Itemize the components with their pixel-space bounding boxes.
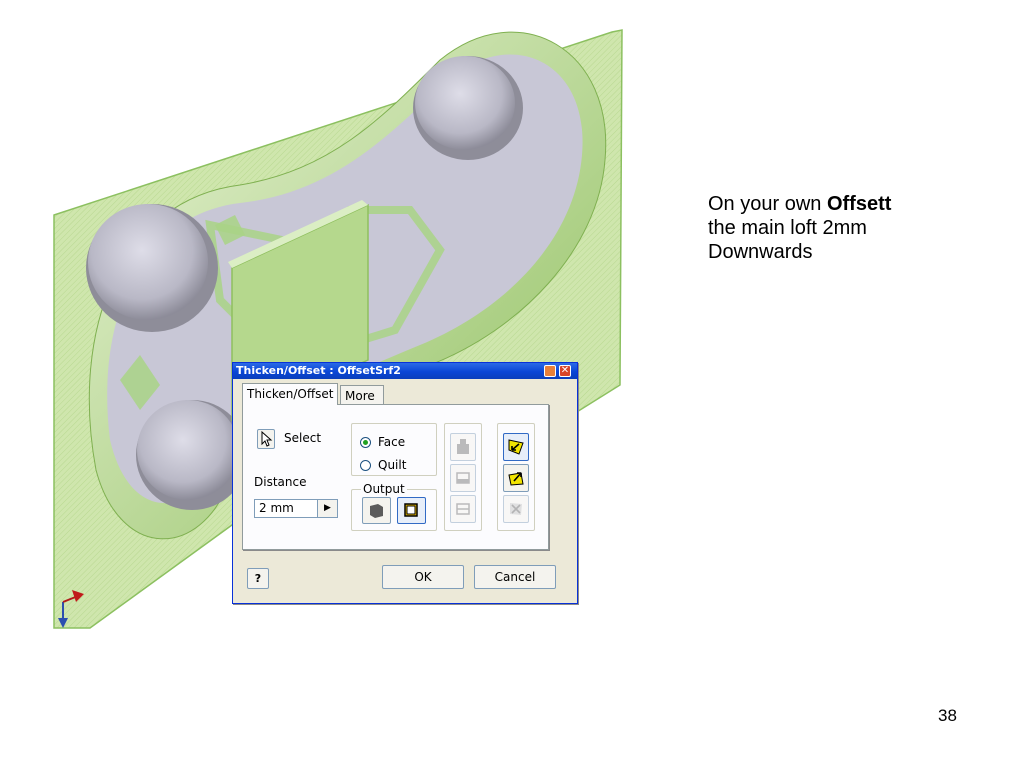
instruction-line-3: Downwards — [708, 241, 813, 263]
thicken-offset-dialog: Thicken/Offset : OffsetSrf2 ✕ Thicken/Of… — [232, 362, 578, 604]
output-surface-button[interactable] — [397, 497, 426, 524]
quilt-radio[interactable] — [360, 460, 371, 471]
help-button[interactable]: ? — [247, 568, 269, 589]
boss-top-right — [413, 56, 523, 160]
direction-one-icon — [508, 439, 524, 455]
output-label: Output — [361, 482, 407, 496]
dialog-title: Thicken/Offset : OffsetSrf2 — [236, 364, 401, 377]
direction-button-2[interactable] — [450, 464, 476, 492]
solid-output-icon — [370, 504, 383, 518]
tab-more[interactable]: More — [340, 385, 384, 405]
ok-button[interactable]: OK — [382, 565, 464, 589]
instruction-line-2: the main loft 2mm — [708, 217, 867, 239]
direction-both-button[interactable] — [503, 495, 529, 523]
cancel-button[interactable]: Cancel — [474, 565, 556, 589]
instruction-text: On your own Offsett the main loft 2mm Do… — [708, 192, 988, 264]
tab-thicken-offset[interactable]: Thicken/Offset — [242, 383, 338, 405]
dialog-titlebar[interactable]: Thicken/Offset : OffsetSrf2 ✕ — [233, 363, 577, 379]
face-radio-label[interactable]: Face — [378, 435, 405, 449]
output-solid-button[interactable] — [362, 497, 391, 524]
direction-button-3[interactable] — [450, 495, 476, 523]
direction-button-1[interactable] — [450, 433, 476, 461]
instruction-prefix: On your own — [708, 193, 827, 215]
direction-both-icon — [510, 503, 522, 515]
help-icon: ? — [254, 572, 262, 585]
page-number: 38 — [938, 706, 957, 725]
distance-arrow-button[interactable]: ▶ — [317, 500, 337, 517]
boss-left — [86, 204, 218, 332]
direction-two-button[interactable] — [503, 464, 529, 492]
select-label: Select — [284, 431, 322, 445]
select-button[interactable] — [257, 429, 275, 449]
distance-label: Distance — [254, 475, 307, 489]
quilt-radio-label[interactable]: Quilt — [378, 458, 406, 472]
face-radio[interactable] — [360, 437, 371, 448]
direction-two-icon — [508, 472, 524, 486]
extrude-up-icon — [457, 439, 469, 454]
distance-value: 2 mm — [259, 501, 294, 515]
surface-output-icon — [404, 503, 418, 517]
pin-icon[interactable] — [544, 365, 556, 377]
close-button[interactable]: ✕ — [559, 365, 571, 377]
distance-input[interactable]: 2 mm ▶ — [254, 499, 338, 518]
extrude-down-icon — [456, 472, 470, 484]
direction-one-button[interactable] — [503, 433, 529, 461]
cursor-arrow-icon — [261, 430, 273, 447]
extrude-symmetric-icon — [456, 503, 470, 515]
instruction-bold: Offsett — [826, 193, 892, 215]
